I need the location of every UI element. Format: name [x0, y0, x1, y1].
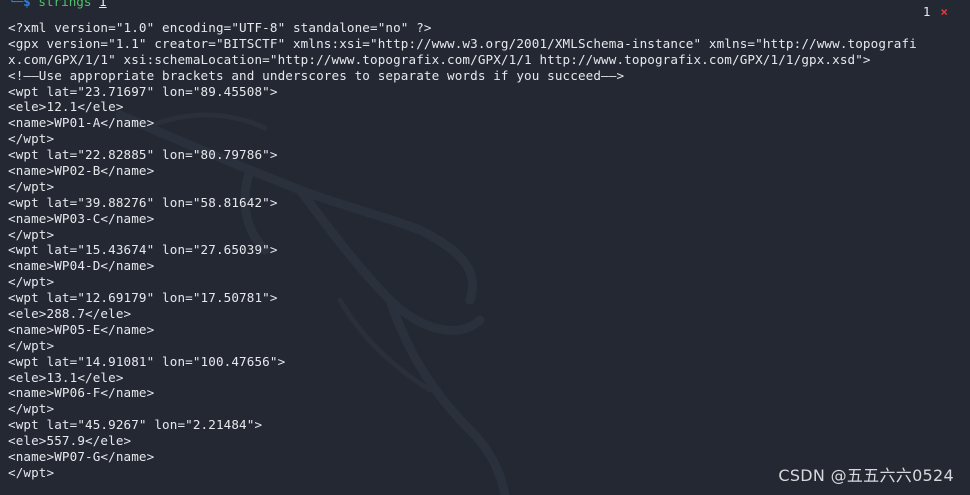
output-line: <ele>13.1</ele>: [8, 369, 124, 385]
output-line: <name>WP03-C</name>: [8, 210, 155, 226]
output-line: <wpt lat="45.9267" lon="2.21484">: [8, 417, 263, 433]
output-line: </wpt>: [8, 401, 55, 417]
output-line: </wpt>: [8, 226, 55, 242]
output-line: <name>WP02-B</name>: [8, 163, 155, 179]
output-line: <ele>288.7</ele>: [8, 306, 132, 322]
terminal-window[interactable]: └─$ strings 1 1 × <?xml version="1.0" enc…: [0, 0, 970, 495]
output-line: <wpt lat="14.91081" lon="100.47656">: [8, 353, 286, 369]
prompt-sign: $: [23, 0, 31, 9]
output-line: </wpt>: [8, 131, 55, 147]
tab-badge: 1 ×: [923, 4, 948, 20]
output-line: </wpt>: [8, 337, 55, 353]
output-line: <name>WP01-A</name>: [8, 115, 155, 131]
output-line: <wpt lat="12.69179" lon="17.50781">: [8, 290, 278, 306]
output-line: <wpt lat="15.43674" lon="27.65039">: [8, 242, 278, 258]
output-line: </wpt>: [8, 274, 55, 290]
shell-prompt: └─$ strings 1: [8, 0, 107, 10]
output-line: <ele>557.9</ele>: [8, 433, 132, 449]
tab-count: 1: [922, 4, 931, 19]
command-argument[interactable]: 1: [99, 0, 107, 9]
output-line: <name>WP06-F</name>: [8, 385, 155, 401]
close-icon[interactable]: ×: [940, 4, 948, 19]
output-line: <ele>12.1</ele>: [8, 99, 124, 115]
command-output: <?xml version="1.0" encoding="UTF-8" sta…: [8, 20, 917, 481]
output-line: <wpt lat="22.82885" lon="80.79786">: [8, 147, 278, 163]
output-line: </wpt>: [8, 178, 55, 194]
output-line: x.com/GPX/1/1" xsi:schemaLocation="http:…: [8, 51, 871, 67]
output-line: <gpx version="1.1" creator="BITSCTF" xml…: [8, 35, 917, 51]
output-line: <!——Use appropriate brackets and undersc…: [8, 67, 625, 83]
watermark: CSDN @五五六六0524: [778, 466, 954, 485]
output-line: <name>WP04-D</name>: [8, 258, 155, 274]
output-line: <wpt lat="39.88276" lon="58.81642">: [8, 194, 278, 210]
command-name: strings: [38, 0, 92, 9]
output-line: <name>WP05-E</name>: [8, 321, 155, 337]
prompt-frame: └─: [8, 0, 24, 9]
output-line: <?xml version="1.0" encoding="UTF-8" sta…: [8, 20, 432, 35]
output-line: <wpt lat="23.71697" lon="89.45508">: [8, 83, 278, 99]
